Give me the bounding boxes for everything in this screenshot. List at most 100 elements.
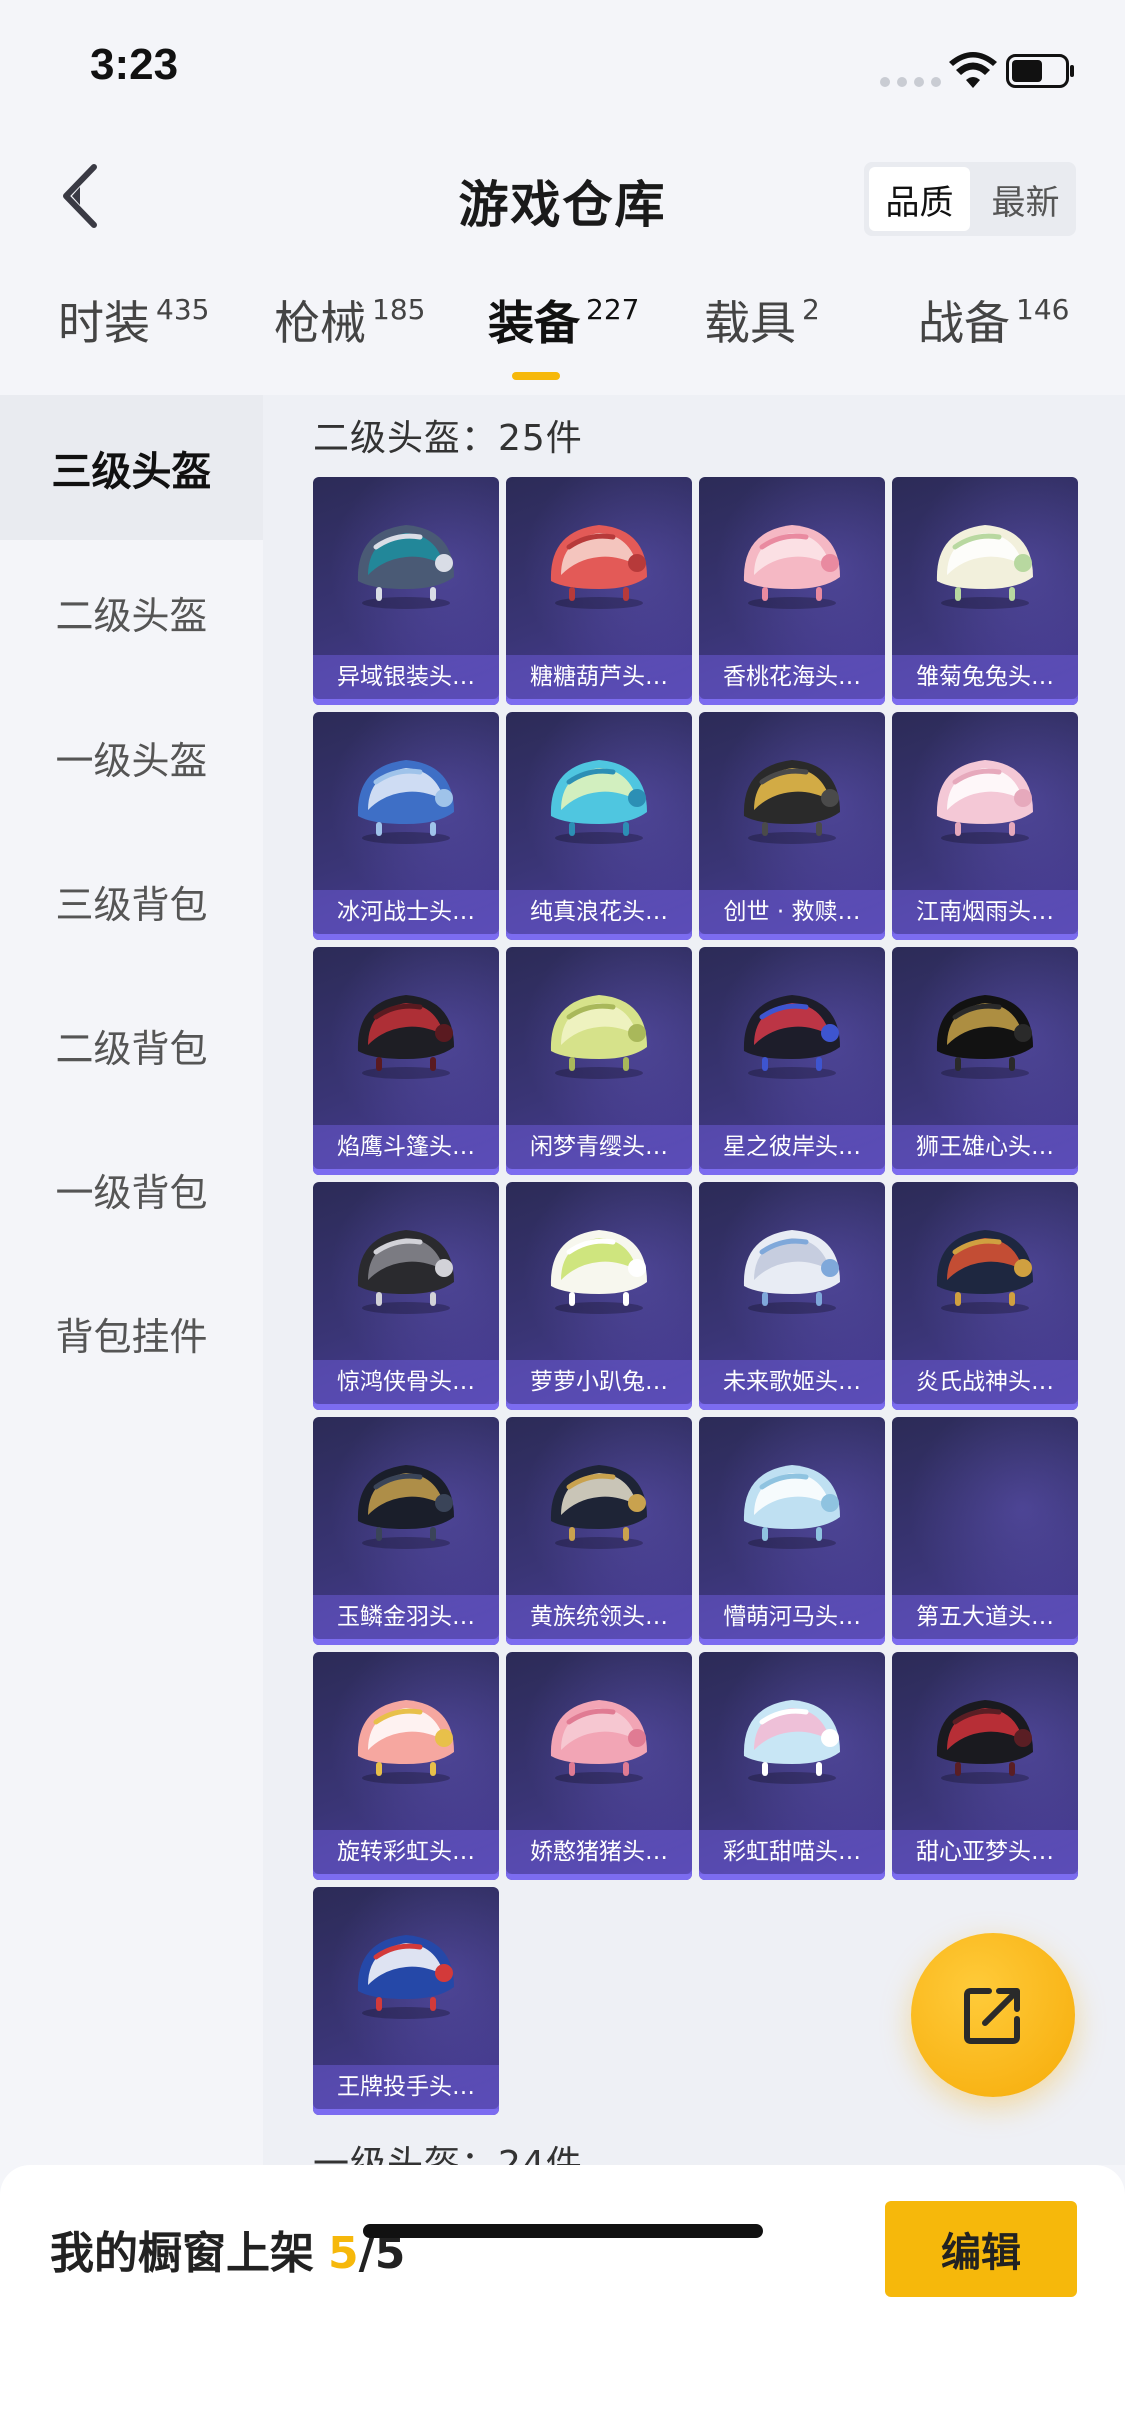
warehouse-page: { "status": { "time": "3:23" }, "header"… bbox=[0, 0, 1125, 2436]
helmet-icon bbox=[743, 995, 840, 1079]
tab-count: 227 bbox=[586, 293, 640, 326]
showcase-count: 5 bbox=[328, 2228, 359, 2279]
helmet-item-card[interactable]: 娇憨猪猪头… bbox=[506, 1652, 692, 1880]
helmet-icon bbox=[550, 760, 647, 844]
helmet-item-name: 星之彼岸头… bbox=[699, 1125, 885, 1169]
share-external-icon bbox=[964, 1988, 1020, 2044]
tab-count: 146 bbox=[1016, 293, 1070, 326]
helmet-item-card[interactable]: 异域银装头… bbox=[313, 477, 499, 705]
helmet-icon bbox=[357, 525, 454, 609]
helmet-item-card[interactable]: 纯真浪花头… bbox=[506, 712, 692, 940]
helmet-icon bbox=[550, 1700, 647, 1784]
active-tab-indicator bbox=[512, 372, 560, 380]
helmet-item-name: 懵萌河马头… bbox=[699, 1595, 885, 1639]
helmet-item-name: 娇憨猪猪头… bbox=[506, 1830, 692, 1874]
item-list: 二级头盔：25件 异域银装头… 糖糖葫芦头… 香桃花海头… 雏菊兔兔头… 冰河战士头… 纯… bbox=[263, 395, 1125, 2165]
helmet-item-name: 糖糖葫芦头… bbox=[506, 655, 692, 699]
sort-by-newest-button[interactable]: 最新 bbox=[975, 162, 1076, 236]
helmet-icon bbox=[550, 995, 647, 1079]
tab-label: 时装 bbox=[58, 296, 150, 350]
helmet-item-card[interactable]: 闲梦青缨头… bbox=[506, 947, 692, 1175]
tab-count: 2 bbox=[802, 293, 820, 326]
helmet-item-name: 第五大道头… bbox=[892, 1595, 1078, 1639]
helmet-item-name: 萝萝小趴兔… bbox=[506, 1360, 692, 1404]
helmet-item-card[interactable]: 彩虹甜喵头… bbox=[699, 1652, 885, 1880]
helmet-item-card[interactable]: 王牌投手头… bbox=[313, 1887, 499, 2115]
status-bar: 3:23 bbox=[0, 0, 1125, 135]
helmet-item-card[interactable]: 焰鹰斗篷头… bbox=[313, 947, 499, 1175]
helmet-item-name: 王牌投手头… bbox=[313, 2065, 499, 2109]
helmet-icon bbox=[936, 1700, 1033, 1784]
tab-equipment[interactable]: 装备 227 bbox=[488, 290, 639, 356]
helmet-item-name: 创世 · 救赎… bbox=[699, 890, 885, 934]
sidebar-item-level3-backpack[interactable]: 三级背包 bbox=[0, 829, 263, 974]
helmet-item-name: 纯真浪花头… bbox=[506, 890, 692, 934]
battery-icon bbox=[1006, 54, 1074, 88]
helmet-icon bbox=[357, 1230, 454, 1314]
helmet-item-name: 彩虹甜喵头… bbox=[699, 1830, 885, 1874]
helmet-item-card[interactable]: 冰河战士头… bbox=[313, 712, 499, 940]
helmet-icon bbox=[550, 1230, 647, 1314]
helmet-item-card[interactable]: 惊鸿侠骨头… bbox=[313, 1182, 499, 1410]
helmet-item-card[interactable]: 创世 · 救赎… bbox=[699, 712, 885, 940]
helmet-item-card[interactable]: 香桃花海头… bbox=[699, 477, 885, 705]
sidebar-item-level2-backpack[interactable]: 二级背包 bbox=[0, 973, 263, 1118]
helmet-item-card[interactable]: 狮王雄心头… bbox=[892, 947, 1078, 1175]
subcategory-sidebar: 三级头盔 二级头盔 一级头盔 三级背包 二级背包 一级背包 背包挂件 bbox=[0, 395, 263, 2165]
helmet-item-name: 雏菊兔兔头… bbox=[892, 655, 1078, 699]
sort-toggle: 品质 最新 bbox=[864, 162, 1076, 236]
tab-label: 枪械 bbox=[274, 296, 366, 350]
helmet-item-card[interactable]: 炎氏战神头… bbox=[892, 1182, 1078, 1410]
helmet-item-card[interactable]: 星之彼岸头… bbox=[699, 947, 885, 1175]
helmet-icon bbox=[936, 1230, 1033, 1314]
tab-supplies[interactable]: 战备 146 bbox=[918, 290, 1069, 356]
helmet-item-name: 惊鸿侠骨头… bbox=[313, 1360, 499, 1404]
tab-count: 435 bbox=[156, 293, 210, 326]
category-tabs: 时装 435 枪械 185 装备 227 载具 2 战备 146 bbox=[0, 290, 1125, 390]
share-button[interactable] bbox=[911, 1933, 1075, 2097]
sidebar-item-level3-helmet[interactable]: 三级头盔 bbox=[0, 395, 263, 540]
helmet-item-card[interactable]: 糖糖葫芦头… bbox=[506, 477, 692, 705]
helmet-icon bbox=[743, 1700, 840, 1784]
helmet-item-name: 江南烟雨头… bbox=[892, 890, 1078, 934]
helmet-item-card[interactable]: 懵萌河马头… bbox=[699, 1417, 885, 1645]
helmet-icon bbox=[357, 995, 454, 1079]
helmet-item-name: 玉鳞金羽头… bbox=[313, 1595, 499, 1639]
helmet-item-card[interactable]: 未来歌姬头… bbox=[699, 1182, 885, 1410]
home-indicator bbox=[363, 2224, 763, 2238]
helmet-item-name: 异域银装头… bbox=[313, 655, 499, 699]
section-title: 二级头盔：25件 bbox=[313, 418, 583, 459]
helmet-item-card[interactable]: 雏菊兔兔头… bbox=[892, 477, 1078, 705]
sidebar-item-backpack-pendant[interactable]: 背包挂件 bbox=[0, 1261, 263, 1406]
edit-button[interactable]: 编辑 bbox=[885, 2201, 1077, 2297]
helmet-icon bbox=[357, 1700, 454, 1784]
helmet-item-card[interactable]: 第五大道头… bbox=[892, 1417, 1078, 1645]
showcase-status: 我的橱窗上架 5 /5 bbox=[50, 2217, 405, 2281]
next-section-title: 一级头盔：24件 bbox=[313, 2144, 583, 2165]
tab-fashion[interactable]: 时装 435 bbox=[58, 290, 209, 356]
helmet-item-name: 黄族统领头… bbox=[506, 1595, 692, 1639]
tab-guns[interactable]: 枪械 185 bbox=[274, 290, 425, 356]
tab-label: 战备 bbox=[918, 296, 1010, 350]
helmet-item-card[interactable]: 甜心亚梦头… bbox=[892, 1652, 1078, 1880]
helmet-icon bbox=[743, 760, 840, 844]
sidebar-item-level1-backpack[interactable]: 一级背包 bbox=[0, 1117, 263, 1262]
helmet-item-name: 狮王雄心头… bbox=[892, 1125, 1078, 1169]
sidebar-item-level1-helmet[interactable]: 一级头盔 bbox=[0, 685, 263, 830]
sidebar-item-level2-helmet[interactable]: 二级头盔 bbox=[0, 540, 263, 685]
helmet-item-card[interactable]: 萝萝小趴兔… bbox=[506, 1182, 692, 1410]
tab-count: 185 bbox=[372, 293, 426, 326]
cellular-signal-icon bbox=[880, 77, 941, 87]
helmet-icon bbox=[357, 1465, 454, 1549]
helmet-item-name: 未来歌姬头… bbox=[699, 1360, 885, 1404]
helmet-item-card[interactable]: 旋转彩虹头… bbox=[313, 1652, 499, 1880]
sort-by-quality-button[interactable]: 品质 bbox=[869, 167, 970, 231]
helmet-item-card[interactable]: 玉鳞金羽头… bbox=[313, 1417, 499, 1645]
helmet-icon bbox=[936, 760, 1033, 844]
helmet-item-card[interactable]: 黄族统领头… bbox=[506, 1417, 692, 1645]
showcase-label: 我的橱窗上架 bbox=[50, 2228, 314, 2279]
helmet-icon bbox=[936, 525, 1033, 609]
helmet-item-card[interactable]: 江南烟雨头… bbox=[892, 712, 1078, 940]
helmet-item-name: 旋转彩虹头… bbox=[313, 1830, 499, 1874]
tab-vehicles[interactable]: 载具 2 bbox=[704, 290, 820, 356]
